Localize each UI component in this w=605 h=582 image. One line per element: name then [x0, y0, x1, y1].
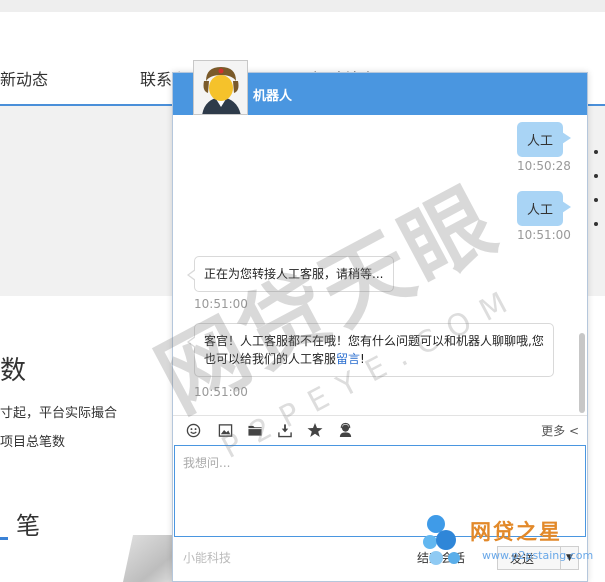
message-bubble-received: 正在为您转接人工客服，请稍等...	[187, 256, 394, 292]
chat-footer: 小能科技 结束会话 发送 ▼	[173, 539, 587, 581]
message-bubble-sent: 人工	[517, 191, 572, 226]
stat-unit: 笔	[16, 512, 40, 540]
stat-description-2: 项目总笔数	[0, 435, 66, 450]
message-scrollbar[interactable]	[579, 333, 585, 413]
chat-toolbar: 更多 <	[173, 415, 587, 443]
message-text: 客官！人工客服都不在哦！您有什么问题可以和机器人聊聊哦,您也可以给我们的人工客服	[204, 334, 544, 366]
folder-icon[interactable]	[247, 422, 263, 438]
robot-avatar	[193, 60, 248, 115]
blue-accent-dash	[0, 537, 8, 540]
image-icon[interactable]	[217, 422, 233, 438]
send-button[interactable]: 发送 ▼	[497, 546, 579, 570]
message-time: 10:50:28	[517, 159, 571, 173]
message-list[interactable]: 人工 10:50:28 人工 10:51:00 正在为您转接人工客服，请稍等..…	[173, 115, 573, 415]
bullet	[594, 150, 598, 154]
provider-brand: 小能科技	[183, 551, 232, 565]
nav-item-news[interactable]: 新动态	[0, 66, 48, 90]
message-input[interactable]	[175, 446, 585, 536]
send-label: 发送	[510, 551, 535, 566]
message-time: 10:51:00	[194, 297, 248, 311]
bullet	[594, 222, 598, 226]
chat-header[interactable]: 机器人	[173, 60, 587, 115]
download-icon[interactable]	[277, 422, 293, 438]
message-bubble-sent: 人工	[517, 122, 572, 157]
right-bullet-list	[594, 150, 598, 246]
message-bubble-received: 客官！人工客服都不在哦！您有什么问题可以和机器人聊聊哦,您也可以给我们的人工客服…	[187, 323, 554, 377]
bullet	[594, 198, 598, 202]
stat-description-1: 寸起，平台实际撮合	[0, 406, 118, 421]
message-input-box	[174, 445, 586, 537]
more-button[interactable]: 更多 <	[541, 422, 579, 439]
top-strip	[0, 0, 605, 12]
agent-icon[interactable]	[337, 422, 353, 438]
chat-window: 机器人 人工 10:50:28 人工 10:51:00 正在为您转接人工客服，请…	[172, 60, 588, 582]
stat-title: 数	[0, 356, 27, 386]
end-session-button[interactable]: 结束会话	[417, 549, 465, 566]
star-icon[interactable]	[307, 422, 323, 438]
message-text: 正在为您转接人工客服，请稍等...	[204, 267, 384, 281]
chevron-down-icon[interactable]: ▼	[560, 547, 578, 569]
emoji-icon[interactable]	[185, 422, 201, 438]
chat-title: 机器人	[253, 89, 293, 104]
leave-message-link[interactable]: 留言	[336, 352, 360, 366]
message-text: !	[360, 352, 365, 366]
bullet	[594, 174, 598, 178]
message-time: 10:51:00	[194, 385, 248, 399]
message-time: 10:51:00	[517, 228, 571, 242]
